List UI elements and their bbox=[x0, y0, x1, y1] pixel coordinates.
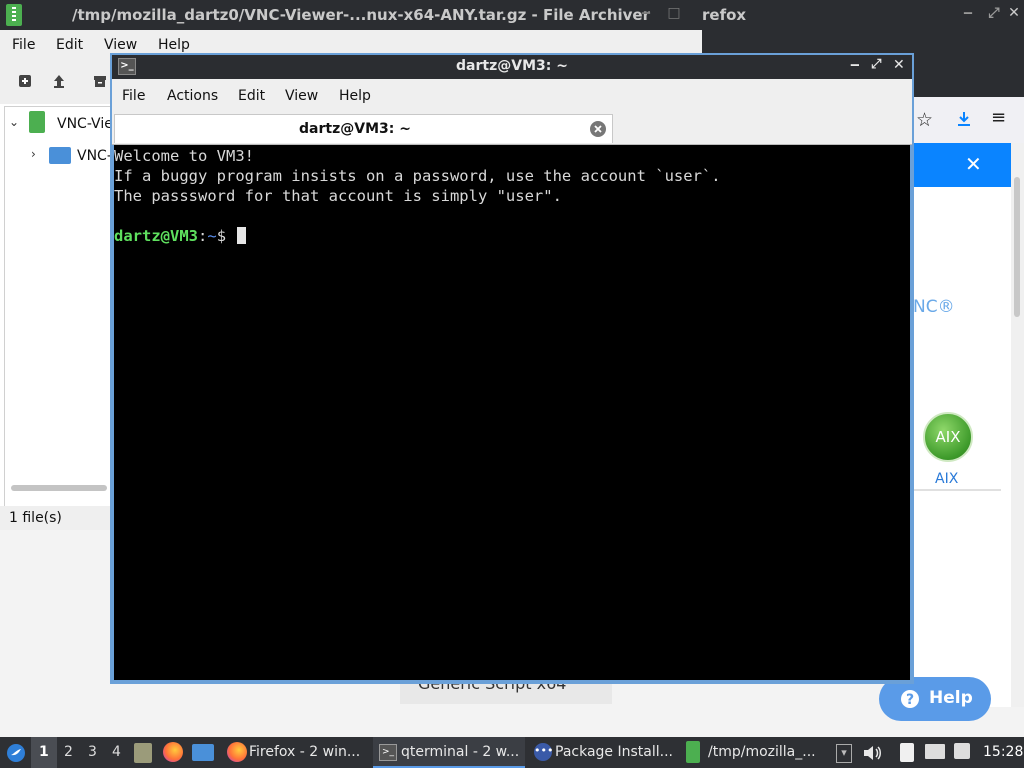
prompt-separator: : bbox=[198, 227, 208, 245]
scrollbar-thumb[interactable] bbox=[1014, 177, 1020, 317]
clock: 15:28 bbox=[983, 744, 1024, 760]
status-file-count: 1 file(s) bbox=[9, 510, 62, 526]
workspace-2[interactable]: 2 bbox=[64, 744, 73, 760]
task-file-archiver[interactable]: /tmp/mozilla_... bbox=[684, 737, 824, 768]
minimize-icon[interactable]: ‒ bbox=[636, 5, 656, 25]
terminal-tab[interactable]: dartz@VM3: ~ bbox=[114, 114, 613, 143]
firefox-title-fragment: refox bbox=[702, 6, 747, 24]
maximize-icon[interactable]: ⤢ bbox=[871, 57, 881, 72]
terminal-menubar: File Actions Edit View Help bbox=[112, 79, 912, 112]
package-icon: ••• bbox=[534, 743, 553, 761]
archive-icon bbox=[6, 4, 22, 26]
close-icon[interactable]: ✕ bbox=[1004, 5, 1024, 25]
terminal-tabbar: dartz@VM3: ~ bbox=[112, 112, 912, 145]
help-circle-icon: ? bbox=[901, 690, 919, 708]
archiver-statusbar: 1 file(s) bbox=[0, 506, 110, 530]
firefox-toolbar: ☆ ≡ bbox=[913, 97, 1024, 143]
folder-launcher-icon[interactable] bbox=[192, 744, 214, 761]
close-icon[interactable]: ✕ bbox=[893, 57, 905, 73]
menu-actions[interactable]: Actions bbox=[167, 88, 218, 104]
maximize-icon[interactable]: ⤢ bbox=[984, 5, 1004, 25]
taskbar: 1 2 3 4 Firefox - 2 win... >_ qterminal … bbox=[0, 737, 1024, 768]
new-archive-icon[interactable] bbox=[17, 73, 33, 89]
workspace-4[interactable]: 4 bbox=[112, 744, 121, 760]
workspace-1[interactable]: 1 bbox=[31, 737, 57, 768]
prompt-symbol: $ bbox=[216, 227, 236, 245]
help-label: Help bbox=[929, 688, 973, 708]
lxqt-logo-icon bbox=[7, 744, 25, 762]
archive-icon bbox=[29, 111, 45, 133]
chevron-right-icon[interactable]: › bbox=[31, 147, 36, 161]
display-icon[interactable] bbox=[925, 744, 945, 759]
workspace-label: 1 bbox=[39, 744, 49, 760]
terminal-line: If a buggy program insists on a password… bbox=[114, 167, 721, 185]
prompt-user-host: dartz@VM3 bbox=[114, 227, 198, 245]
text-cursor bbox=[237, 227, 247, 244]
archiver-tree: ⌄ VNC-Vie › VNC- bbox=[4, 106, 113, 508]
notes-icon[interactable] bbox=[900, 743, 914, 762]
menu-help[interactable]: Help bbox=[158, 37, 190, 53]
prompt-path: ~ bbox=[207, 227, 217, 245]
tree-item-archive[interactable]: VNC-Vie bbox=[57, 116, 113, 132]
bookmark-star-icon[interactable]: ☆ bbox=[916, 109, 933, 131]
terminal-title: dartz@VM3: ~ bbox=[456, 58, 568, 74]
archiver-title: /tmp/mozilla_dartz0/VNC-Viewer-...nux-x6… bbox=[72, 6, 650, 24]
terminal-prompt: dartz@VM3:~$ bbox=[114, 226, 247, 246]
task-firefox[interactable]: Firefox - 2 win... bbox=[223, 737, 365, 768]
menu-file[interactable]: File bbox=[122, 88, 145, 104]
firefox-icon bbox=[227, 742, 247, 762]
archive-icon bbox=[686, 741, 700, 763]
firefox-notification-banner: ✕ bbox=[913, 143, 1011, 187]
task-package-installer[interactable]: ••• Package Install... bbox=[530, 737, 678, 768]
platform-label-aix[interactable]: AIX bbox=[935, 471, 958, 487]
volume-icon[interactable] bbox=[862, 744, 882, 762]
tree-item-folder[interactable]: VNC- bbox=[77, 148, 112, 164]
horizontal-scrollbar[interactable] bbox=[11, 485, 107, 491]
start-menu-button[interactable] bbox=[6, 737, 26, 768]
platform-dropdown[interactable]: Generic Script x64 bbox=[400, 684, 612, 704]
terminal-icon: >_ bbox=[379, 744, 397, 761]
terminal-output[interactable]: Welcome to VM3! If a buggy program insis… bbox=[114, 145, 910, 680]
archiver-titlebar: /tmp/mozilla_dartz0/VNC-Viewer-...nux-x6… bbox=[0, 0, 1024, 30]
workspace-3[interactable]: 3 bbox=[88, 744, 97, 760]
task-label: Firefox - 2 win... bbox=[249, 744, 361, 760]
extract-icon[interactable] bbox=[51, 73, 67, 89]
network-icon[interactable] bbox=[954, 743, 970, 759]
chevron-down-icon[interactable]: ⌄ bbox=[9, 115, 19, 129]
menu-help[interactable]: Help bbox=[339, 88, 371, 104]
menu-edit[interactable]: Edit bbox=[238, 88, 265, 104]
download-icon[interactable] bbox=[955, 110, 973, 128]
file-manager-launcher-icon[interactable] bbox=[134, 743, 152, 763]
svg-text:?: ? bbox=[906, 692, 914, 708]
minimize-icon[interactable]: ‒ bbox=[850, 57, 860, 73]
menu-view[interactable]: View bbox=[104, 37, 137, 53]
terminal-line: Welcome to VM3! bbox=[114, 147, 254, 165]
aix-platform-icon[interactable]: AIX bbox=[923, 412, 973, 462]
close-tab-icon[interactable] bbox=[589, 120, 607, 138]
task-label: qterminal - 2 w... bbox=[401, 744, 520, 760]
dropdown-value: Generic Script x64 bbox=[418, 684, 566, 693]
menu-edit[interactable]: Edit bbox=[56, 37, 83, 53]
menu-view[interactable]: View bbox=[285, 88, 318, 104]
menu-file[interactable]: File bbox=[12, 37, 35, 53]
minimize-icon[interactable]: ‒ bbox=[958, 5, 978, 25]
task-label: /tmp/mozilla_... bbox=[708, 744, 816, 760]
menu-hamburger-icon[interactable]: ≡ bbox=[991, 107, 1006, 128]
terminal-titlebar: >_ dartz@VM3: ~ ‒ ⤢ ✕ bbox=[112, 55, 912, 79]
task-qterminal[interactable]: >_ qterminal - 2 w... bbox=[373, 737, 525, 768]
archiver-toolbar bbox=[0, 58, 110, 104]
maximize-icon[interactable]: □ bbox=[664, 5, 684, 25]
folder-icon bbox=[49, 147, 71, 164]
firefox-scrollbar[interactable] bbox=[1011, 143, 1024, 707]
clipboard-icon[interactable]: ▾ bbox=[836, 744, 852, 763]
firefox-launcher-icon[interactable] bbox=[163, 742, 183, 762]
tab-label: dartz@VM3: ~ bbox=[299, 121, 411, 137]
terminal-line: The passsword for that account is simply… bbox=[114, 187, 562, 205]
task-label: Package Install... bbox=[555, 744, 673, 760]
vnc-brand-fragment: NC® bbox=[913, 297, 955, 317]
close-icon[interactable]: ✕ bbox=[965, 152, 982, 176]
archive-box-icon[interactable] bbox=[92, 73, 108, 89]
divider bbox=[913, 489, 1001, 491]
